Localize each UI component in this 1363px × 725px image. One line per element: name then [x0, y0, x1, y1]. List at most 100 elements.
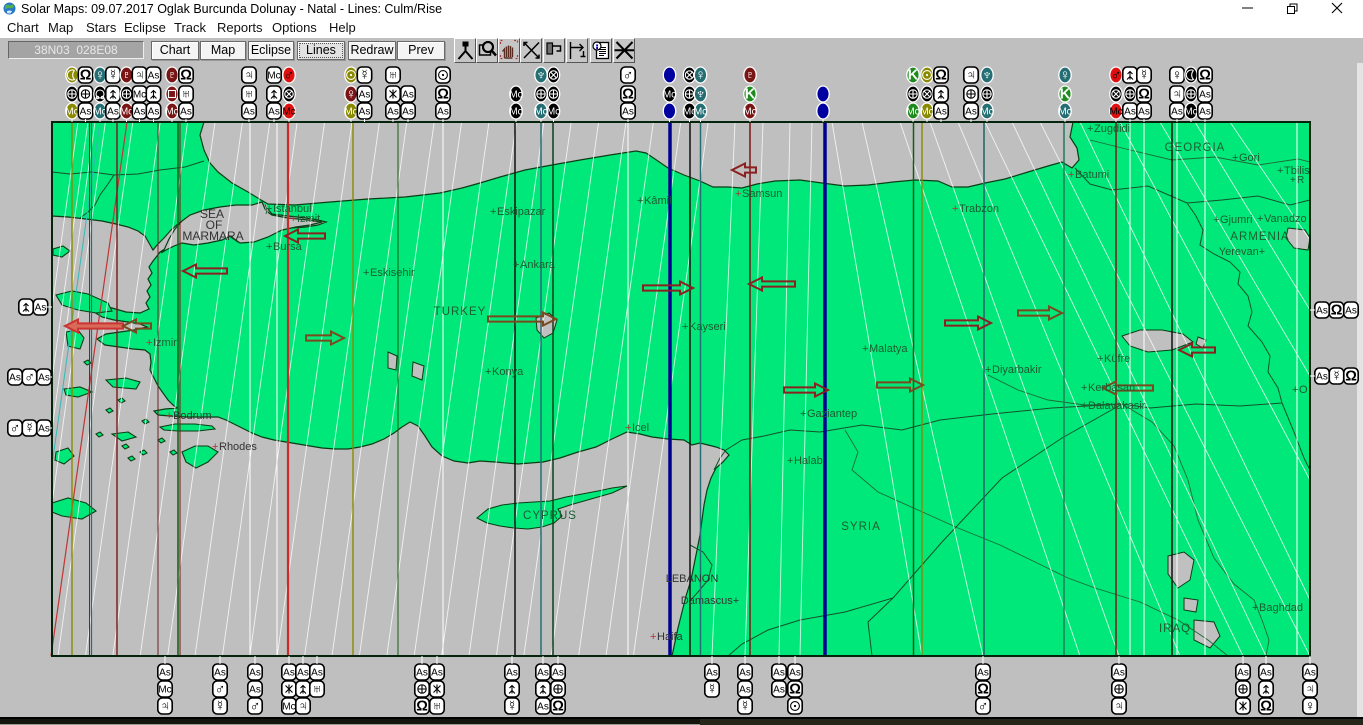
- svg-text:♅: ♅: [432, 699, 443, 715]
- svg-text:As: As: [249, 685, 261, 696]
- svg-text:As: As: [739, 668, 751, 679]
- svg-text:☿: ☿: [24, 421, 35, 437]
- svg-text:Malatya: Malatya: [869, 343, 908, 355]
- svg-text:R: R: [1297, 175, 1304, 186]
- svg-text:As: As: [9, 373, 21, 384]
- svg-text:Dalavakasir: Dalavakasir: [1088, 400, 1146, 412]
- svg-text:+: +: [637, 195, 643, 207]
- svg-text:Kerbasan: Kerbasan: [1088, 382, 1135, 394]
- svg-text:Vanadzo: Vanadzo: [1264, 213, 1307, 225]
- svg-text:As: As: [437, 107, 449, 118]
- svg-text:Mc: Mc: [165, 107, 178, 118]
- svg-text:+: +: [363, 267, 369, 279]
- svg-text:ARMENIA: ARMENIA: [1230, 231, 1289, 243]
- svg-text:As: As: [739, 685, 751, 696]
- svg-text:As: As: [148, 71, 160, 82]
- svg-text:♃: ♃: [1172, 87, 1183, 103]
- svg-text:Mc: Mc: [282, 107, 295, 118]
- svg-text:As: As: [416, 668, 428, 679]
- svg-text:As: As: [80, 107, 92, 118]
- svg-text:♂: ♂: [623, 68, 634, 84]
- svg-text:As: As: [134, 107, 146, 118]
- svg-text:Ω: Ω: [1138, 87, 1150, 103]
- svg-text:As: As: [311, 668, 323, 679]
- svg-text:♀: ♀: [1060, 68, 1071, 84]
- svg-text:♃: ♃: [160, 699, 171, 715]
- svg-text:Ω: Ω: [180, 68, 192, 84]
- svg-text:As: As: [1199, 107, 1211, 118]
- svg-text:+: +: [1068, 169, 1074, 181]
- svg-text:Damascus+: Damascus+: [681, 595, 739, 607]
- svg-text:♀: ♀: [95, 68, 106, 84]
- svg-text:+: +: [1097, 353, 1103, 365]
- svg-text:+: +: [212, 441, 218, 453]
- svg-text:♂: ♂: [10, 421, 21, 437]
- svg-text:Mc: Mc: [663, 90, 676, 101]
- svg-text:+: +: [266, 203, 272, 215]
- svg-text:Ω: Ω: [1331, 303, 1343, 319]
- svg-text:As: As: [283, 668, 295, 679]
- svg-text:♀: ♀: [1305, 699, 1316, 715]
- svg-text:♇: ♇: [121, 68, 132, 84]
- svg-text:Mc: Mc: [65, 107, 78, 118]
- svg-text:Mc: Mc: [534, 107, 547, 118]
- svg-text:Mc: Mc: [133, 90, 146, 101]
- svg-text:Haifa: Haifa: [657, 631, 684, 643]
- svg-text:GEORGIA: GEORGIA: [1165, 142, 1226, 154]
- svg-text:Mc: Mc: [158, 685, 171, 696]
- svg-text:As: As: [1260, 668, 1272, 679]
- svg-text:Ankara: Ankara: [520, 259, 556, 271]
- svg-text:♅: ♅: [244, 87, 255, 103]
- svg-text:As: As: [773, 685, 785, 696]
- svg-text:As: As: [159, 668, 171, 679]
- svg-text:Mc: Mc: [267, 71, 280, 82]
- svg-text:♃: ♃: [134, 68, 145, 84]
- svg-text:Mc: Mc: [694, 107, 707, 118]
- svg-text:☿: ☿: [1331, 369, 1342, 385]
- svg-text:As: As: [214, 668, 226, 679]
- svg-text:As: As: [537, 702, 549, 713]
- svg-text:As: As: [180, 107, 192, 118]
- svg-text:As: As: [402, 107, 414, 118]
- svg-text:+: +: [735, 188, 741, 200]
- svg-text:As: As: [268, 107, 280, 118]
- svg-text:Batumi: Batumi: [1075, 169, 1109, 181]
- svg-text:Halab: Halab: [794, 455, 823, 467]
- svg-text:Zugdidi: Zugdidi: [1094, 123, 1130, 135]
- svg-text:As: As: [1237, 668, 1249, 679]
- svg-text:As: As: [243, 107, 255, 118]
- svg-text:+: +: [513, 259, 519, 271]
- svg-text:Mc: Mc: [282, 702, 295, 713]
- svg-text:☿: ☿: [359, 68, 370, 84]
- svg-text:+: +: [1277, 165, 1283, 177]
- svg-text:As: As: [1199, 90, 1211, 101]
- svg-text:K: K: [1060, 87, 1071, 103]
- svg-text:+: +: [1081, 400, 1087, 412]
- svg-text:Mc: Mc: [980, 107, 993, 118]
- svg-text:O: O: [1299, 384, 1308, 396]
- svg-text:As: As: [107, 107, 119, 118]
- svg-text:♀: ♀: [346, 87, 357, 103]
- svg-text:As: As: [965, 107, 977, 118]
- svg-text:♅: ♅: [181, 87, 192, 103]
- svg-text:Kayseri: Kayseri: [689, 321, 726, 333]
- svg-text:Kâmil: Kâmil: [644, 195, 672, 207]
- svg-text:+: +: [1257, 213, 1263, 225]
- svg-text:As: As: [706, 668, 718, 679]
- svg-text:+: +: [1081, 382, 1087, 394]
- svg-text:Eskipazar: Eskipazar: [497, 206, 546, 218]
- svg-text:SYRIA: SYRIA: [841, 521, 881, 533]
- svg-text:+: +: [290, 213, 296, 225]
- svg-text:♅: ♅: [312, 682, 323, 698]
- svg-text:As: As: [38, 373, 50, 384]
- svg-text:Mc: Mc: [1058, 107, 1071, 118]
- svg-text:♀: ♀: [695, 68, 706, 84]
- svg-text:♃: ♃: [244, 68, 255, 84]
- svg-text:Yerevan+: Yerevan+: [1219, 246, 1265, 258]
- svg-text:Ω: Ω: [1345, 369, 1357, 385]
- svg-text:Ω: Ω: [622, 87, 634, 103]
- svg-text:As: As: [297, 668, 309, 679]
- svg-text:+: +: [682, 321, 688, 333]
- svg-text:Samsun: Samsun: [742, 188, 782, 200]
- svg-text:♂: ♂: [1111, 68, 1122, 84]
